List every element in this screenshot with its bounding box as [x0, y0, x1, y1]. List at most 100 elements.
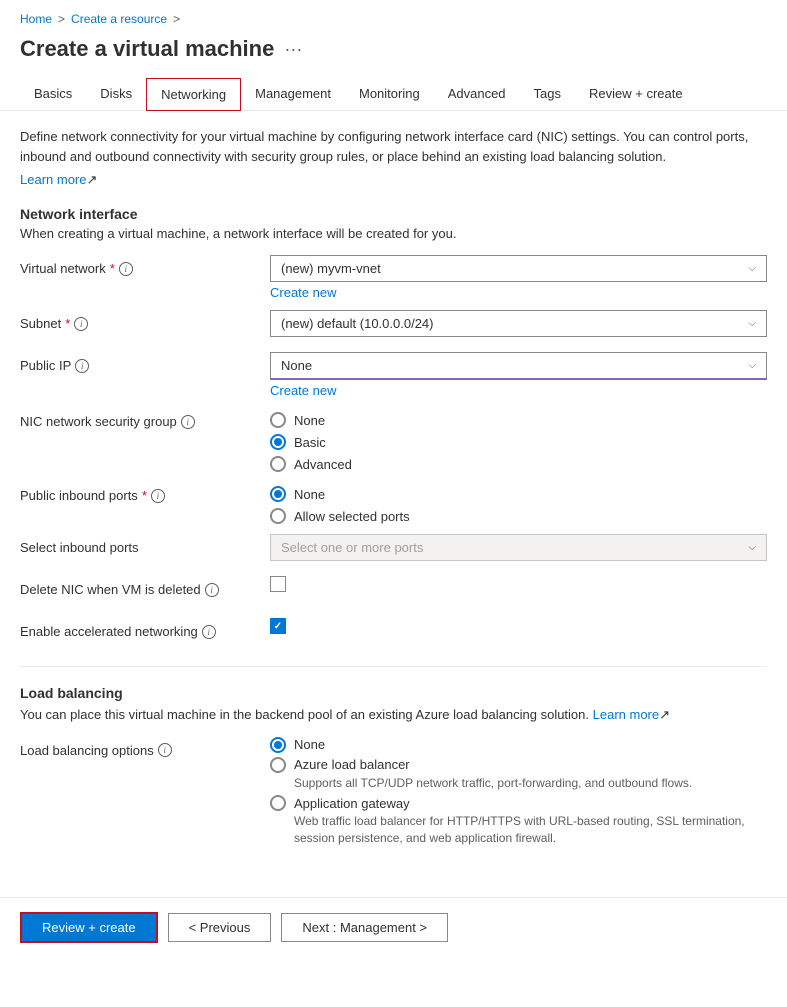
virtual-network-row: Virtual network * i (new) myvm-vnet ⌵ Cr…	[20, 255, 767, 300]
network-interface-subtitle: When creating a virtual machine, a netwo…	[20, 226, 767, 241]
lb-azure-radio-item[interactable]: Azure load balancer	[270, 757, 767, 773]
breadcrumb: Home > Create a resource >	[0, 0, 787, 32]
tab-management[interactable]: Management	[241, 78, 345, 111]
subnet-control: (new) default (10.0.0.0/24) ⌵	[270, 310, 767, 337]
load-balancing-info-icon[interactable]: i	[158, 743, 172, 757]
virtual-network-chevron-icon: ⌵	[748, 263, 756, 274]
subnet-row: Subnet * i (new) default (10.0.0.0/24) ⌵	[20, 310, 767, 342]
accelerated-networking-label: Enable accelerated networking i	[20, 618, 270, 639]
tab-monitoring[interactable]: Monitoring	[345, 78, 434, 111]
accelerated-networking-checkbox[interactable]: ✓	[270, 618, 767, 634]
nic-nsg-basic-radio[interactable]	[270, 434, 286, 450]
select-inbound-ports-label: Select inbound ports	[20, 534, 270, 555]
inbound-ports-allow-radio[interactable]	[270, 508, 286, 524]
nic-nsg-advanced-radio[interactable]	[270, 456, 286, 472]
load-balancing-options-control: None Azure load balancer Supports all TC…	[270, 737, 767, 851]
public-ip-create-new[interactable]: Create new	[270, 383, 767, 398]
review-create-button[interactable]: Review + create	[20, 912, 158, 943]
delete-nic-checkbox-box[interactable]	[270, 576, 286, 592]
next-button[interactable]: Next : Management >	[281, 913, 448, 942]
load-balancing-title: Load balancing	[20, 685, 767, 701]
breadcrumb-home[interactable]: Home	[20, 12, 52, 26]
select-inbound-ports-chevron-icon: ⌵	[748, 542, 756, 553]
select-inbound-ports-row: Select inbound ports Select one or more …	[20, 534, 767, 566]
tab-review-create[interactable]: Review + create	[575, 78, 697, 111]
footer: Review + create < Previous Next : Manage…	[0, 897, 787, 957]
public-inbound-ports-row: Public inbound ports * i None Allow sele…	[20, 482, 767, 524]
accelerated-networking-info-icon[interactable]: i	[202, 625, 216, 639]
select-inbound-ports-dropdown[interactable]: Select one or more ports ⌵	[270, 534, 767, 561]
public-inbound-ports-info-icon[interactable]: i	[151, 489, 165, 503]
virtual-network-control: (new) myvm-vnet ⌵ Create new	[270, 255, 767, 300]
lb-azure-desc: Supports all TCP/UDP network traffic, po…	[294, 775, 767, 792]
public-ip-control: None ⌵ Create new	[270, 352, 767, 398]
main-content: Define network connectivity for your vir…	[0, 111, 787, 877]
virtual-network-create-new[interactable]: Create new	[270, 285, 767, 300]
tab-tags[interactable]: Tags	[520, 78, 575, 111]
delete-nic-control	[270, 576, 767, 592]
networking-description: Define network connectivity for your vir…	[20, 127, 767, 166]
lb-gateway-radio-item[interactable]: Application gateway	[270, 795, 767, 811]
inbound-ports-none[interactable]: None	[270, 486, 767, 502]
delete-nic-checkbox[interactable]	[270, 576, 767, 592]
breadcrumb-create-resource[interactable]: Create a resource	[71, 12, 167, 26]
delete-nic-info-icon[interactable]: i	[205, 583, 219, 597]
page-title: Create a virtual machine	[20, 36, 274, 62]
tab-disks[interactable]: Disks	[86, 78, 146, 111]
nic-nsg-info-icon[interactable]: i	[181, 415, 195, 429]
nic-nsg-label: NIC network security group i	[20, 408, 270, 429]
accelerated-networking-row: Enable accelerated networking i ✓	[20, 618, 767, 650]
nic-nsg-basic[interactable]: Basic	[270, 434, 767, 450]
load-balancing-learn-more[interactable]: Learn more	[593, 707, 659, 722]
title-ellipsis-menu[interactable]: ···	[284, 39, 302, 60]
tab-networking[interactable]: Networking	[146, 78, 241, 111]
virtual-network-label: Virtual network * i	[20, 255, 270, 276]
tab-basics[interactable]: Basics	[20, 78, 86, 111]
nic-nsg-radio-group: None Basic Advanced	[270, 408, 767, 472]
lb-azure-radio[interactable]	[270, 757, 286, 773]
network-interface-title: Network interface	[20, 206, 767, 222]
subnet-dropdown[interactable]: (new) default (10.0.0.0/24) ⌵	[270, 310, 767, 337]
nic-nsg-row: NIC network security group i None Basic …	[20, 408, 767, 472]
nic-nsg-advanced[interactable]: Advanced	[270, 456, 767, 472]
tab-advanced[interactable]: Advanced	[434, 78, 520, 111]
inbound-ports-none-radio[interactable]	[270, 486, 286, 502]
lb-gateway-radio[interactable]	[270, 795, 286, 811]
load-balancing-options-row: Load balancing options i None Azure load…	[20, 737, 767, 851]
nic-nsg-none-radio[interactable]	[270, 412, 286, 428]
tab-bar: Basics Disks Networking Management Monit…	[0, 78, 787, 111]
lb-none-radio[interactable]	[270, 737, 286, 753]
lb-gateway-desc: Web traffic load balancer for HTTP/HTTPS…	[294, 813, 767, 847]
accelerated-networking-checkbox-box[interactable]: ✓	[270, 618, 286, 634]
nic-nsg-control: None Basic Advanced	[270, 408, 767, 472]
delete-nic-row: Delete NIC when VM is deleted i	[20, 576, 767, 608]
public-ip-row: Public IP i None ⌵ Create new	[20, 352, 767, 398]
load-balancing-options-label: Load balancing options i	[20, 737, 270, 758]
virtual-network-dropdown[interactable]: (new) myvm-vnet ⌵	[270, 255, 767, 282]
subnet-label: Subnet * i	[20, 310, 270, 331]
select-inbound-ports-control: Select one or more ports ⌵	[270, 534, 767, 561]
public-ip-dropdown[interactable]: None ⌵	[270, 352, 767, 380]
subnet-info-icon[interactable]: i	[74, 317, 88, 331]
subnet-chevron-icon: ⌵	[748, 318, 756, 329]
public-ip-chevron-icon: ⌵	[748, 360, 756, 371]
section-divider	[20, 666, 767, 667]
load-balancing-description: You can place this virtual machine in th…	[20, 705, 767, 725]
inbound-ports-allow-selected[interactable]: Allow selected ports	[270, 508, 767, 524]
networking-learn-more[interactable]: Learn more	[20, 172, 86, 187]
virtual-network-info-icon[interactable]: i	[119, 262, 133, 276]
lb-none-option: None	[270, 737, 767, 753]
previous-button[interactable]: < Previous	[168, 913, 272, 942]
public-ip-info-icon[interactable]: i	[75, 359, 89, 373]
public-ip-label: Public IP i	[20, 352, 270, 373]
page-title-area: Create a virtual machine ···	[0, 32, 787, 78]
lb-gateway-option: Application gateway Web traffic load bal…	[270, 795, 767, 847]
nic-nsg-none[interactable]: None	[270, 412, 767, 428]
lb-none-radio-item[interactable]: None	[270, 737, 767, 753]
lb-azure-option: Azure load balancer Supports all TCP/UDP…	[270, 757, 767, 792]
public-inbound-ports-radio-group: None Allow selected ports	[270, 482, 767, 524]
public-inbound-ports-label: Public inbound ports * i	[20, 482, 270, 503]
accelerated-networking-control: ✓	[270, 618, 767, 634]
delete-nic-label: Delete NIC when VM is deleted i	[20, 576, 270, 597]
public-inbound-ports-control: None Allow selected ports	[270, 482, 767, 524]
